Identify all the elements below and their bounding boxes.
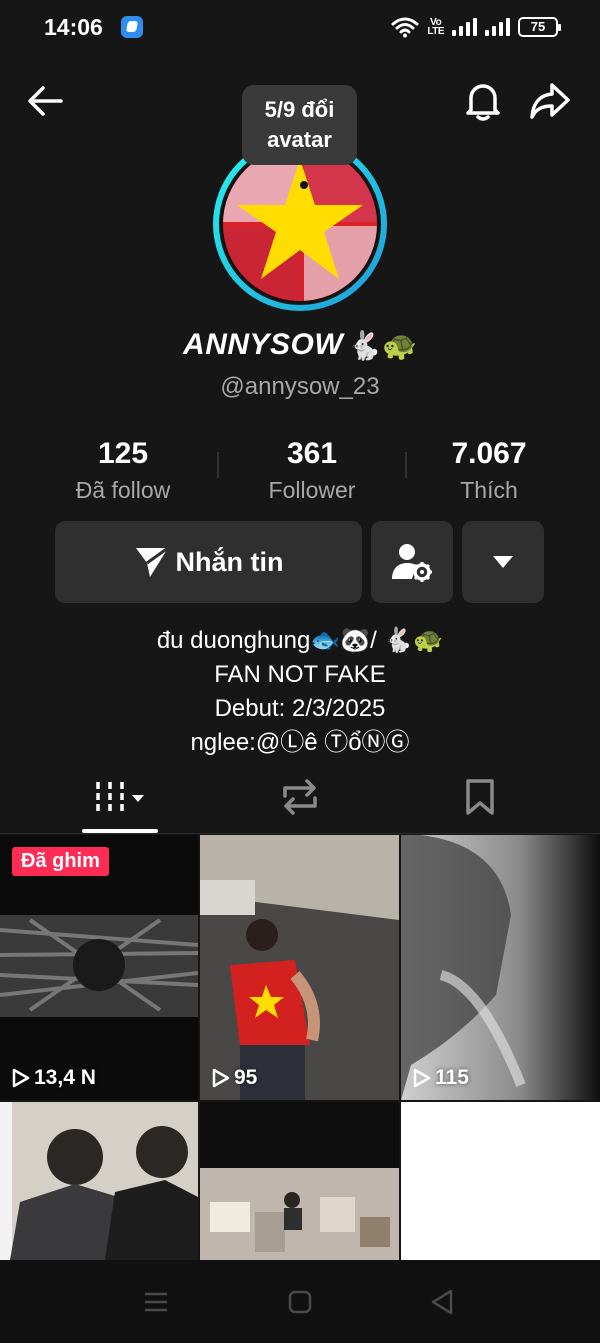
tab-reposts[interactable] (260, 772, 340, 822)
system-icons: Vo LTE 75 (391, 14, 561, 40)
play-icon (12, 1068, 30, 1088)
stat-following[interactable]: 125 Đã follow (43, 437, 203, 504)
stat-followers[interactable]: 361 Follower (232, 437, 392, 504)
volte-icon: Vo LTE (427, 18, 444, 37)
video-tile-3[interactable]: 115 (401, 835, 600, 1100)
tabs-divider (0, 833, 600, 834)
more-options-button[interactable] (462, 521, 544, 603)
grid-icon (96, 782, 144, 812)
video-tile-1[interactable]: Đã ghim 13,4 N (0, 835, 198, 1100)
bio-line: Debut: 2/3/2025 (214, 695, 386, 722)
stat-divider (405, 452, 407, 478)
notification-app-icon (121, 16, 143, 38)
message-button[interactable]: Nhắn tin (55, 521, 362, 603)
stat-following-value: 125 (97, 437, 149, 470)
video-views-count: 115 (435, 1066, 469, 1089)
stat-likes-label: Thích (460, 477, 518, 503)
video-thumbnail (401, 835, 600, 1100)
bio: đu duonghung🐟🐼/ 🐇🐢 FAN NOT FAKE Debut: 2… (0, 624, 600, 760)
signal-icon-1 (452, 18, 477, 36)
arrow-left-icon (28, 86, 63, 116)
stat-likes-value: 7.067 (451, 437, 527, 470)
pinned-badge: Đã ghim (12, 847, 109, 876)
video-thumbnail (0, 1102, 198, 1260)
user-settings-icon (392, 544, 432, 582)
avatar-tooltip: 5/9 đổi avatar (242, 85, 357, 165)
profile-settings-button[interactable] (371, 521, 453, 603)
volte-line2: LTE (427, 26, 444, 37)
video-thumbnail (200, 1168, 399, 1260)
tab-saved[interactable] (440, 772, 520, 822)
share-arrow-icon (530, 83, 570, 119)
video-views-count: 13,4 N (34, 1066, 96, 1089)
home-square-icon (288, 1290, 312, 1314)
clock: 14:06 (44, 14, 103, 40)
display-name-row: ANNYSOW 🐇🐢 (0, 328, 600, 362)
display-name: ANNYSOW (183, 328, 344, 361)
bookmark-icon (466, 779, 494, 815)
back-triangle-icon (431, 1289, 453, 1315)
recent-apps-button[interactable] (136, 1282, 176, 1322)
video-thumbnail (200, 835, 399, 1100)
username: @annysow_23 (220, 373, 380, 400)
bio-line: FAN NOT FAKE (214, 661, 386, 688)
battery-icon: 75 (518, 17, 561, 37)
bio-line[interactable]: nglee:@Ⓛê ⓉổⓃⒼ (0, 726, 600, 760)
stat-divider (217, 452, 219, 478)
video-tile-6[interactable] (401, 1102, 600, 1260)
tooltip-line2: avatar (267, 127, 332, 152)
signal-icon-2 (485, 18, 510, 36)
home-button[interactable] (280, 1282, 320, 1322)
video-views: 115 (413, 1066, 469, 1090)
message-button-label: Nhắn tin (175, 546, 284, 577)
system-back-button[interactable] (422, 1282, 462, 1322)
bio-line: đu duonghung🐟🐼/ 🐇🐢 (156, 627, 444, 654)
stat-following-label: Đã follow (75, 477, 171, 503)
notification-bell-button[interactable] (460, 78, 506, 124)
video-tile-4[interactable] (0, 1102, 198, 1260)
wifi-icon (391, 17, 419, 38)
menu-icon (145, 1292, 167, 1312)
stat-followers-label: Follower (268, 477, 356, 503)
video-tile-2[interactable]: 95 (200, 835, 399, 1100)
repost-icon (283, 779, 317, 815)
tooltip-pointer (300, 181, 308, 189)
play-icon (212, 1068, 230, 1088)
stat-followers-value: 361 (286, 437, 338, 470)
status-bar: 14:06 Vo LTE 75 (0, 0, 600, 54)
video-views: 13,4 N (12, 1066, 96, 1090)
video-views: 95 (212, 1066, 257, 1090)
send-icon (135, 546, 169, 577)
system-nav-bar (0, 1260, 600, 1343)
play-icon (413, 1068, 431, 1088)
bell-icon (466, 84, 500, 121)
caret-down-icon (493, 556, 513, 568)
video-views-count: 95 (234, 1066, 258, 1089)
name-emojis: 🐇🐢 (347, 328, 417, 362)
back-button[interactable] (22, 78, 68, 124)
tab-videos[interactable] (82, 772, 162, 822)
share-button[interactable] (527, 78, 573, 124)
tooltip-line1: 5/9 đổi (264, 97, 335, 122)
video-tile-5[interactable] (200, 1102, 399, 1260)
stat-likes[interactable]: 7.067 Thích (409, 437, 569, 504)
